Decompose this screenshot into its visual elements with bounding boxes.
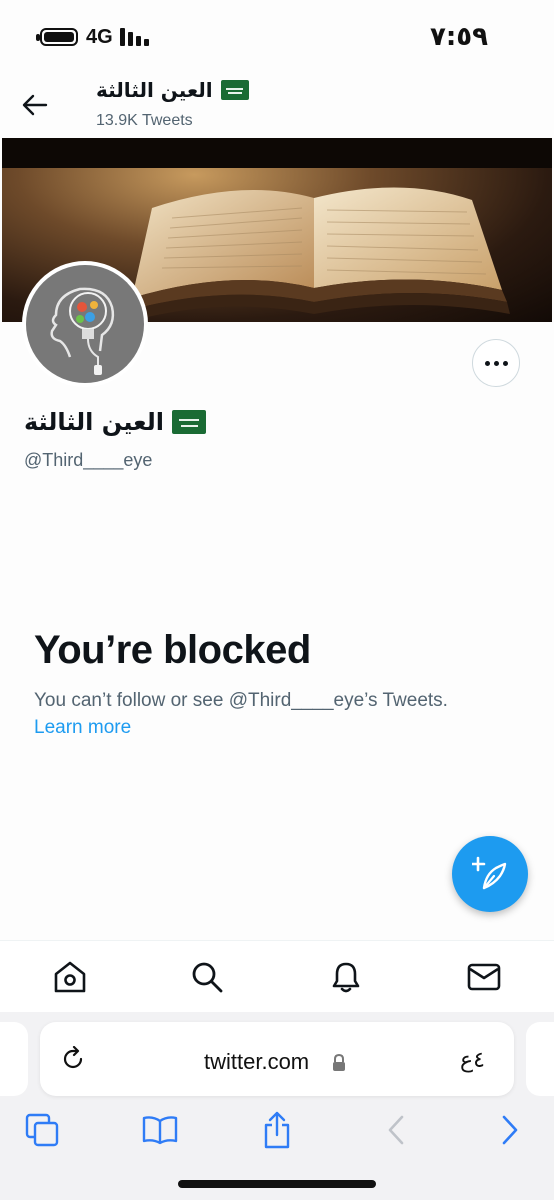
search-icon <box>192 962 223 993</box>
profile-header: العين الثالثة 13.9K Tweets <box>0 70 554 138</box>
notifications-icon <box>332 962 360 993</box>
tab-messages[interactable] <box>464 957 504 997</box>
status-bar: 4G ٧:٥٩ <box>0 0 554 70</box>
header-title: العين الثالثة <box>96 78 213 102</box>
saudi-flag-icon <box>220 80 249 100</box>
browser-forward-button[interactable] <box>488 1108 532 1152</box>
status-time: ٧:٥٩ <box>429 22 488 52</box>
compose-tweet-button[interactable] <box>452 836 528 912</box>
address-bar[interactable]: twitter.com ٤ع <box>40 1022 514 1096</box>
next-tab-preview[interactable] <box>526 1022 554 1096</box>
browser-back-button[interactable] <box>374 1108 418 1152</box>
lock-icon <box>333 1054 345 1071</box>
tab-search[interactable] <box>187 957 227 997</box>
share-button[interactable] <box>255 1108 299 1152</box>
text-size-button[interactable]: ٤ع <box>460 1048 485 1073</box>
compose-tweet-icon <box>472 856 507 890</box>
tab-home[interactable] <box>50 957 90 997</box>
messages-icon <box>467 963 501 991</box>
browser-forward-icon <box>502 1115 518 1145</box>
learn-more-link[interactable]: Learn more <box>34 717 131 739</box>
saudi-flag-icon <box>171 410 206 434</box>
bookmarks-icon <box>142 1116 178 1145</box>
reload-icon <box>63 1046 83 1069</box>
browser-back-icon <box>388 1115 404 1145</box>
profile-name-row: العين الثالثة <box>24 408 206 436</box>
profile-display-name: العين الثالثة <box>24 408 164 436</box>
url-text[interactable]: twitter.com <box>204 1049 309 1075</box>
network-type: 4G <box>86 26 113 48</box>
home-indicator[interactable] <box>178 1180 376 1188</box>
previous-tab-preview[interactable] <box>0 1022 28 1096</box>
blocked-title: You’re blocked <box>34 628 311 672</box>
tweet-count: 13.9K Tweets <box>96 112 193 129</box>
bottom-tab-bar <box>0 940 554 1012</box>
profile-avatar[interactable] <box>22 261 148 387</box>
tabs-icon <box>25 1113 59 1147</box>
home-icon <box>54 961 86 993</box>
more-options-button[interactable] <box>472 339 520 387</box>
bookmarks-button[interactable] <box>138 1108 182 1152</box>
browser-chrome: twitter.com ٤ع <box>0 1012 554 1200</box>
share-icon <box>264 1111 290 1149</box>
back-button[interactable] <box>18 88 52 122</box>
more-dots-icon <box>484 360 490 366</box>
battery-nub <box>36 34 40 41</box>
reload-button[interactable] <box>56 1042 90 1076</box>
avatar-image <box>26 265 144 383</box>
tab-notifications[interactable] <box>326 957 366 997</box>
header-title-row: العين الثالثة <box>96 78 249 102</box>
blocked-description: You can’t follow or see @Third____eye’s … <box>34 690 448 711</box>
battery-icon <box>40 28 78 46</box>
signal-strength-icon <box>120 28 152 46</box>
profile-handle: @Third____eye <box>24 450 153 470</box>
arrow-left-icon <box>22 94 48 116</box>
tabs-button[interactable] <box>20 1108 64 1152</box>
